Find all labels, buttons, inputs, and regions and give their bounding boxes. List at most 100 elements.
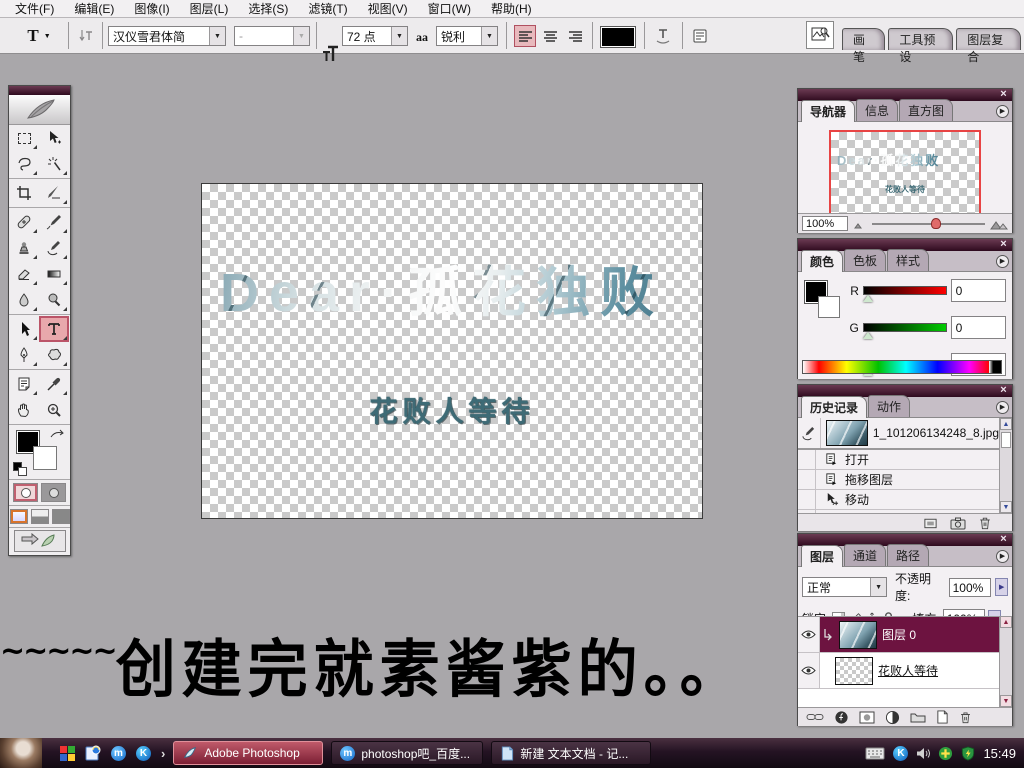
menu-file[interactable]: 文件(F) (6, 0, 63, 18)
custom-shape-tool[interactable] (39, 342, 69, 368)
dodge-tool[interactable] (39, 287, 69, 313)
tab-navigator[interactable]: 导航器 (801, 100, 855, 122)
align-center-button[interactable] (539, 25, 561, 47)
text-color-swatch[interactable] (600, 26, 636, 48)
document-canvas[interactable]: Dear·孤花独败 花败人等待 (201, 183, 703, 519)
move-tool[interactable] (39, 125, 69, 151)
close-icon[interactable]: × (997, 384, 1010, 397)
align-right-button[interactable] (564, 25, 586, 47)
default-colors-icon-bg[interactable] (18, 467, 27, 476)
history-brush-tool[interactable] (39, 235, 69, 261)
history-source-checkbox[interactable] (798, 470, 816, 489)
task-photoshop[interactable]: Adobe Photoshop (173, 741, 323, 765)
zoom-out-icon[interactable] (853, 219, 867, 229)
antivirus-tray-icon[interactable] (938, 746, 953, 761)
opacity-field[interactable]: 100% (949, 578, 992, 597)
close-icon[interactable]: × (997, 238, 1010, 251)
well-tab-brushes[interactable]: 画笔 (842, 28, 885, 50)
scroll-up-icon[interactable]: ▲ (1000, 616, 1012, 628)
layer-row-text[interactable]: 花败人等待 (798, 653, 999, 689)
history-state-row[interactable]: 拖移图层 (798, 470, 999, 490)
tab-history[interactable]: 历史记录 (801, 396, 867, 418)
new-document-from-state-icon[interactable] (923, 516, 938, 530)
font-style-select[interactable]: - ▼ (234, 26, 310, 46)
channel-slider-r[interactable] (863, 286, 947, 295)
layer-thumbnail[interactable] (835, 657, 873, 685)
zoom-slider[interactable] (872, 223, 985, 225)
quick-launch-browser-icon[interactable] (85, 745, 101, 761)
shield-tray-icon[interactable] (961, 746, 975, 761)
opacity-spinner-icon[interactable]: ▶ (995, 578, 1008, 596)
gradient-tool[interactable] (39, 261, 69, 287)
slider-thumb-icon[interactable] (863, 295, 873, 302)
slice-tool[interactable] (39, 180, 69, 206)
layer-mask-icon[interactable] (859, 711, 875, 724)
start-avatar[interactable] (0, 738, 42, 768)
zoom-in-icon[interactable] (990, 218, 1008, 230)
eraser-tool[interactable] (9, 261, 39, 287)
history-state-row[interactable]: 移动 (798, 490, 999, 510)
layer-name[interactable]: 图层 0 (882, 626, 916, 643)
keyboard-tray-icon[interactable] (865, 747, 885, 760)
color-background-swatch[interactable] (818, 296, 840, 318)
menu-image[interactable]: 图像(I) (125, 0, 178, 18)
panel-menu-icon[interactable]: ▶ (996, 255, 1009, 268)
tab-layers[interactable]: 图层 (801, 545, 843, 567)
history-snapshot-row[interactable]: 1_101206134248_8.jpg (798, 418, 999, 450)
menu-layer[interactable]: 图层(L) (181, 0, 238, 18)
quick-launch-kugou-icon[interactable]: K (136, 746, 151, 761)
trash-icon[interactable] (978, 515, 992, 530)
new-snapshot-icon[interactable] (950, 516, 966, 530)
chevron-down-icon[interactable]: ▼ (209, 27, 225, 45)
scroll-down-icon[interactable]: ▼ (1000, 501, 1012, 513)
task-notepad[interactable]: 新建 文本文档 - 记... (491, 741, 651, 765)
background-color-swatch[interactable] (33, 446, 57, 470)
toggle-palettes-button[interactable] (688, 24, 712, 48)
tab-color[interactable]: 颜色 (801, 250, 843, 272)
menu-view[interactable]: 视图(V) (359, 0, 417, 18)
layers-scrollbar[interactable]: ▲ ▼ (999, 616, 1012, 707)
layer-thumbnail[interactable] (839, 621, 877, 649)
channel-slider-g[interactable] (863, 323, 947, 332)
menu-help[interactable]: 帮助(H) (482, 0, 541, 18)
layer-style-icon[interactable] (834, 710, 849, 725)
panel-menu-icon[interactable]: ▶ (996, 401, 1009, 414)
zoom-tool[interactable] (39, 397, 69, 423)
close-icon[interactable]: × (997, 533, 1010, 546)
chevron-down-icon[interactable]: ▼ (391, 27, 407, 45)
notes-tool[interactable] (9, 371, 39, 397)
type-tool[interactable] (39, 316, 69, 342)
tab-histogram[interactable]: 直方图 (899, 99, 953, 121)
trash-icon[interactable] (959, 710, 972, 724)
tab-info[interactable]: 信息 (856, 99, 898, 121)
channel-value-r[interactable]: 0 (951, 279, 1006, 302)
quick-launch-colorgrid-icon[interactable] (60, 746, 75, 761)
crop-tool[interactable] (9, 180, 39, 206)
kugou-tray-icon[interactable]: K (893, 746, 908, 761)
history-brush-source[interactable] (798, 418, 821, 448)
panel-menu-icon[interactable]: ▶ (996, 550, 1009, 563)
file-browser-button[interactable] (806, 21, 834, 49)
tab-channels[interactable]: 通道 (844, 544, 886, 566)
panel-menu-icon[interactable]: ▶ (996, 105, 1009, 118)
zoom-percent-field[interactable]: 100% (802, 216, 848, 231)
snapshot-thumbnail[interactable] (826, 420, 868, 446)
jump-to-imageready-button[interactable] (14, 530, 66, 552)
toolbox-drag-bar[interactable] (9, 86, 70, 95)
lasso-tool[interactable] (9, 151, 39, 177)
scroll-down-icon[interactable]: ▼ (1000, 695, 1012, 707)
volume-tray-icon[interactable] (916, 747, 930, 760)
chevron-down-icon[interactable]: ▼ (481, 27, 497, 45)
blur-tool[interactable] (9, 287, 39, 313)
quick-launch-maxthon-icon[interactable]: m (111, 746, 126, 761)
menu-window[interactable]: 窗口(W) (419, 0, 480, 18)
quick-launch-expand-icon[interactable]: › (161, 746, 165, 761)
warp-text-button[interactable] (650, 24, 676, 48)
tab-paths[interactable]: 路径 (887, 544, 929, 566)
eyedropper-tool[interactable] (39, 371, 69, 397)
well-tab-tool-presets[interactable]: 工具预设 (888, 28, 953, 50)
new-layer-icon[interactable] (936, 710, 949, 724)
align-left-button[interactable] (514, 25, 536, 47)
tool-preset-picker[interactable]: T ▼ (16, 23, 62, 49)
menu-edit[interactable]: 编辑(E) (65, 0, 123, 18)
